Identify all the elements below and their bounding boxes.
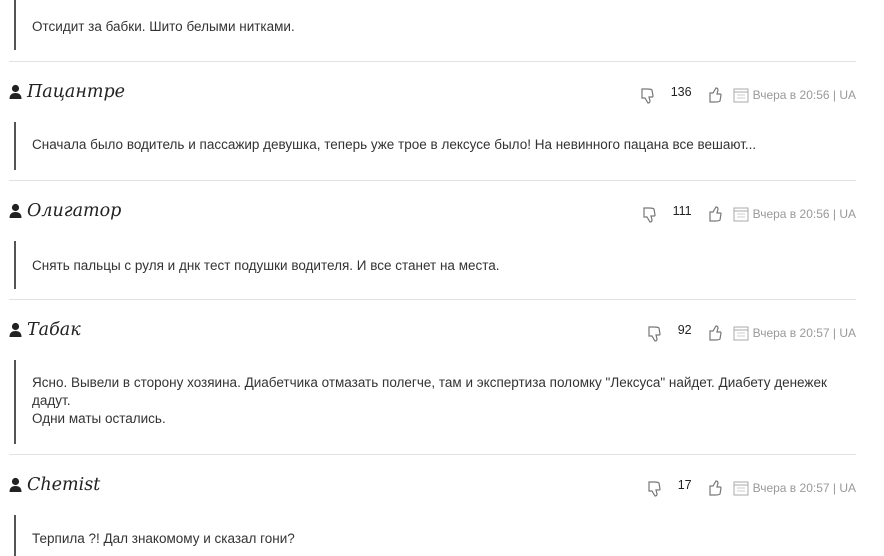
comment-author[interactable]: Chemist (27, 475, 100, 495)
comment-body: Сначала было водитель и пассажир девушка… (32, 137, 757, 152)
comment-body: Одни маты остались. (32, 411, 166, 426)
comment-author[interactable]: Пацантре (27, 82, 125, 102)
comment-author[interactable]: Табак (27, 320, 81, 340)
comment-body: Ясно. Вывели в сторону хозяина. Диабетчи… (32, 375, 827, 390)
user-icon (9, 84, 22, 99)
comment-text: Терпила ?! Дал знакомому и сказал гони? (14, 515, 844, 556)
comment-meta: 17 Вчера в 20:57 | UA (647, 475, 856, 501)
comment-body: дадут. (32, 393, 71, 408)
comment-header: Пацантре 136 Вчера в 20:56 | UA (9, 82, 856, 108)
comment-meta: 92 Вчера в 20:57 | UA (647, 320, 856, 346)
comment-date: Вчера в 20:57 | UA (752, 326, 856, 340)
calendar-icon (733, 326, 749, 341)
comment-meta: 111 Вчера в 20:56 | UA (642, 201, 856, 227)
comment-header: Табак 92 Вчера в 20:57 | UA (9, 320, 856, 346)
comment-header: Олигатор 111 Вчера в 20:56 | UA (9, 201, 856, 227)
comment-author[interactable]: Олигатор (27, 201, 121, 221)
thumbs-down-icon[interactable] (640, 87, 657, 104)
divider (9, 180, 856, 181)
comment-text: Сначала было водитель и пассажир девушка… (14, 122, 844, 170)
comment-date: Вчера в 20:57 | UA (752, 481, 856, 495)
calendar-icon (733, 88, 749, 103)
comment-body: Терпила ?! Дал знакомому и сказал гони? (32, 531, 295, 546)
user-icon (9, 203, 22, 218)
calendar-icon (733, 481, 749, 496)
comment-text: Отсидит за бабки. Шито белыми нитками. (14, 0, 844, 50)
comment-text: Снять пальцы с руля и днк тест подушки в… (14, 241, 844, 289)
divider (9, 299, 856, 300)
comment-meta: 136 Вчера в 20:56 | UA (640, 82, 856, 108)
thumbs-down-icon[interactable] (642, 206, 659, 223)
thumbs-down-icon[interactable] (647, 325, 664, 342)
vote-count: 92 (677, 323, 692, 337)
comment-header: Chemist 17 Вчера в 20:57 | UA (9, 475, 856, 501)
thumbs-up-icon[interactable] (708, 86, 725, 104)
vote-count: 17 (677, 478, 692, 492)
comment-text: Ясно. Вывели в сторону хозяина. Диабетчи… (14, 360, 844, 444)
divider (9, 454, 856, 455)
comment-body: Отсидит за бабки. Шито белыми нитками. (32, 19, 295, 34)
vote-count: 136 (670, 85, 692, 99)
user-icon (9, 322, 22, 337)
comment-body: Снять пальцы с руля и днк тест подушки в… (32, 258, 500, 273)
vote-count: 111 (672, 204, 692, 218)
calendar-icon (733, 207, 749, 222)
comment-date: Вчера в 20:56 | UA (752, 207, 856, 221)
user-icon (9, 477, 22, 492)
divider (9, 61, 856, 62)
thumbs-up-icon[interactable] (708, 324, 725, 342)
thumbs-up-icon[interactable] (708, 205, 725, 223)
comment-date: Вчера в 20:56 | UA (752, 88, 856, 102)
thumbs-up-icon[interactable] (708, 479, 725, 497)
thumbs-down-icon[interactable] (647, 480, 664, 497)
